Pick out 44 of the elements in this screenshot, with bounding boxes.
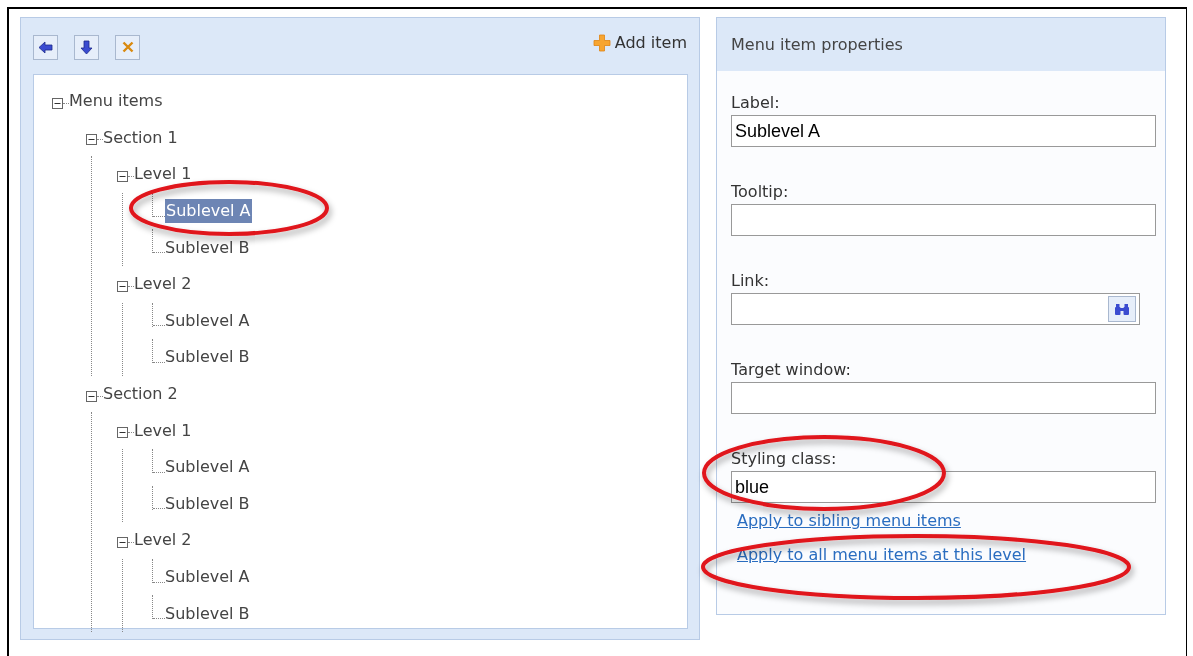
delete-icon (121, 41, 134, 53)
field-label: Tooltip: (731, 181, 790, 203)
collapse-icon[interactable] (52, 97, 63, 109)
binoculars-icon (1114, 302, 1130, 316)
apply-link[interactable]: Apply to sibling menu items (737, 509, 961, 533)
apply-link[interactable]: Apply to all menu items at this level (737, 543, 1027, 567)
collapse-icon[interactable] (117, 280, 128, 292)
tree-item[interactable]: Sublevel A (165, 308, 250, 333)
left-arrow-icon (38, 40, 53, 54)
move-left-button[interactable] (33, 34, 58, 60)
down-arrow-icon (80, 39, 93, 55)
browse-button[interactable] (1108, 296, 1136, 322)
tree-item[interactable]: Sublevel B (165, 235, 250, 260)
tree-item[interactable]: Level 2 (134, 528, 192, 553)
collapse-icon[interactable] (117, 171, 128, 182)
panel-title: Menu item properties (731, 33, 903, 56)
field-label: Styling class: (731, 448, 838, 470)
field-label: Target window: (731, 359, 852, 381)
tree-item[interactable]: Section 2 (103, 382, 178, 407)
tree-item[interactable]: Sublevel A (165, 199, 252, 224)
tree-item[interactable]: Sublevel A (165, 455, 250, 480)
move-down-button[interactable] (74, 34, 99, 60)
tree-item[interactable]: Section 1 (103, 125, 178, 150)
field-label: Label: (731, 92, 781, 114)
field-label: Link: (731, 270, 771, 292)
collapse-icon[interactable] (117, 427, 128, 439)
tree-item[interactable]: Sublevel B (165, 601, 250, 626)
tree-item[interactable]: Sublevel B (165, 345, 250, 370)
input-field[interactable]: blue (731, 471, 1156, 503)
input-field[interactable]: Sublevel A (731, 115, 1156, 147)
collapse-icon[interactable] (117, 536, 128, 548)
add-item-button[interactable]: Add item (592, 31, 687, 55)
tree-item[interactable]: Level 2 (134, 272, 192, 297)
plus-icon (592, 34, 611, 52)
collapse-icon[interactable] (86, 134, 97, 146)
input-field[interactable] (731, 204, 1156, 236)
tree-item[interactable]: Level 1 (134, 418, 192, 443)
input-field[interactable] (731, 293, 1140, 325)
tree-item[interactable]: Sublevel A (165, 565, 250, 589)
tree-item[interactable]: Sublevel B (165, 491, 250, 516)
tree-item[interactable]: Menu items (69, 89, 163, 114)
collapse-icon[interactable] (86, 390, 97, 402)
input-field[interactable] (731, 382, 1156, 414)
tree-item[interactable]: Level 1 (134, 162, 192, 187)
